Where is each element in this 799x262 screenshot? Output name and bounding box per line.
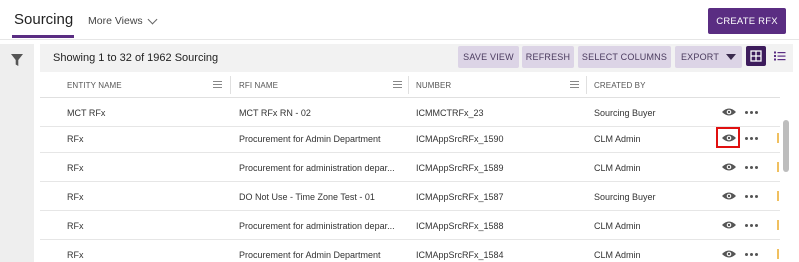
cell-rfi-name: Procurement for administration depar... [239,221,395,231]
column-header-rfi-name[interactable]: RFI NAME [239,81,278,90]
grid-view-icon [750,50,762,62]
table-row[interactable]: RFx DO Not Use - Time Zone Test - 01 ICM… [40,182,780,211]
cell-rfi-name: Procurement for Admin Department [239,250,381,260]
more-actions-icon[interactable] [745,253,758,256]
more-actions-icon[interactable] [745,224,758,227]
select-columns-button[interactable]: SELECT COLUMNS [578,46,671,68]
export-button[interactable]: EXPORT [675,46,742,68]
table-row[interactable]: RFx Procurement for administration depar… [40,211,780,240]
eye-icon[interactable] [721,219,737,231]
table-row[interactable]: MCT RFx MCT RFx RN - 02 ICMMCTRFx_23 Sou… [40,98,780,127]
cell-number: ICMAppSrcRFx_1590 [416,134,504,144]
eye-icon[interactable] [721,161,737,173]
cell-rfi-name: DO Not Use - Time Zone Test - 01 [239,192,375,202]
cell-entity-name: RFx [67,192,84,202]
row-indicator [777,249,779,259]
cell-created-by: CLM Admin [594,221,641,231]
more-views-label: More Views [88,15,143,27]
cell-created-by: CLM Admin [594,163,641,173]
column-menu-icon[interactable] [570,81,579,89]
more-actions-icon[interactable] [745,195,758,198]
more-views-dropdown[interactable]: More Views [88,14,158,27]
column-menu-icon[interactable] [393,81,402,89]
top-bar: Sourcing More Views CREATE RFX [0,0,799,40]
column-menu-icon[interactable] [213,81,222,89]
chevron-down-icon [147,14,158,24]
cell-entity-name: RFx [67,134,84,144]
more-actions-icon[interactable] [745,166,758,169]
eye-icon[interactable] [721,248,737,260]
cell-created-by: Sourcing Buyer [594,192,656,202]
column-divider [586,76,587,94]
filter-icon [11,54,23,66]
cell-created-by: CLM Admin [594,134,641,144]
table-row[interactable]: RFx Procurement for Admin Department ICM… [40,124,780,153]
vertical-scrollbar[interactable] [781,98,791,262]
table-header: ENTITY NAME RFI NAME NUMBER CREATED BY [40,72,780,98]
row-indicator [777,191,779,201]
save-view-button[interactable]: SAVE VIEW [458,46,519,68]
cell-number: ICMAppSrcRFx_1587 [416,192,504,202]
list-view-icon [773,51,785,61]
record-count-text: Showing 1 to 32 of 1962 Sourcing [53,52,219,64]
eye-icon[interactable] [721,190,737,202]
filter-panel-toggle[interactable] [0,44,34,262]
refresh-button[interactable]: REFRESH [522,46,574,68]
cell-entity-name: RFx [67,221,84,231]
cell-created-by: Sourcing Buyer [594,108,656,118]
highlight-box [716,127,740,148]
cell-entity-name: RFx [67,163,84,173]
list-view-button[interactable] [769,46,789,66]
cell-number: ICMAppSrcRFx_1584 [416,250,504,260]
active-tab-indicator [12,35,74,38]
cell-number: ICMMCTRFx_23 [416,108,484,118]
table-row[interactable]: RFx Procurement for Admin Department ICM… [40,240,780,262]
export-label: EXPORT [680,52,720,62]
row-indicator [777,162,779,172]
grid-toolbar: Showing 1 to 32 of 1962 Sourcing SAVE VI… [40,44,793,72]
cell-entity-name: RFx [67,250,84,260]
row-indicator [777,220,779,230]
more-actions-icon[interactable] [745,137,758,140]
table-row[interactable]: RFx Procurement for administration depar… [40,153,780,182]
cell-number: ICMAppSrcRFx_1588 [416,221,504,231]
cell-entity-name: MCT RFx [67,108,106,118]
cell-rfi-name: MCT RFx RN - 02 [239,108,311,118]
row-indicator [777,133,779,143]
column-header-number[interactable]: NUMBER [416,81,451,90]
more-actions-icon[interactable] [745,111,758,114]
column-header-entity-name[interactable]: ENTITY NAME [67,81,122,90]
grid-view-button[interactable] [746,46,766,66]
scrollbar-thumb[interactable] [783,120,789,172]
column-divider [230,76,231,94]
column-header-created-by[interactable]: CREATED BY [594,81,646,90]
cell-number: ICMAppSrcRFx_1589 [416,163,504,173]
cell-created-by: CLM Admin [594,250,641,260]
caret-down-icon [726,54,737,60]
column-divider [408,76,409,94]
cell-rfi-name: Procurement for Admin Department [239,134,381,144]
create-rfx-button[interactable]: CREATE RFX [708,8,786,34]
cell-rfi-name: Procurement for administration depar... [239,163,395,173]
tab-sourcing[interactable]: Sourcing [14,11,73,28]
eye-icon[interactable] [721,106,737,118]
